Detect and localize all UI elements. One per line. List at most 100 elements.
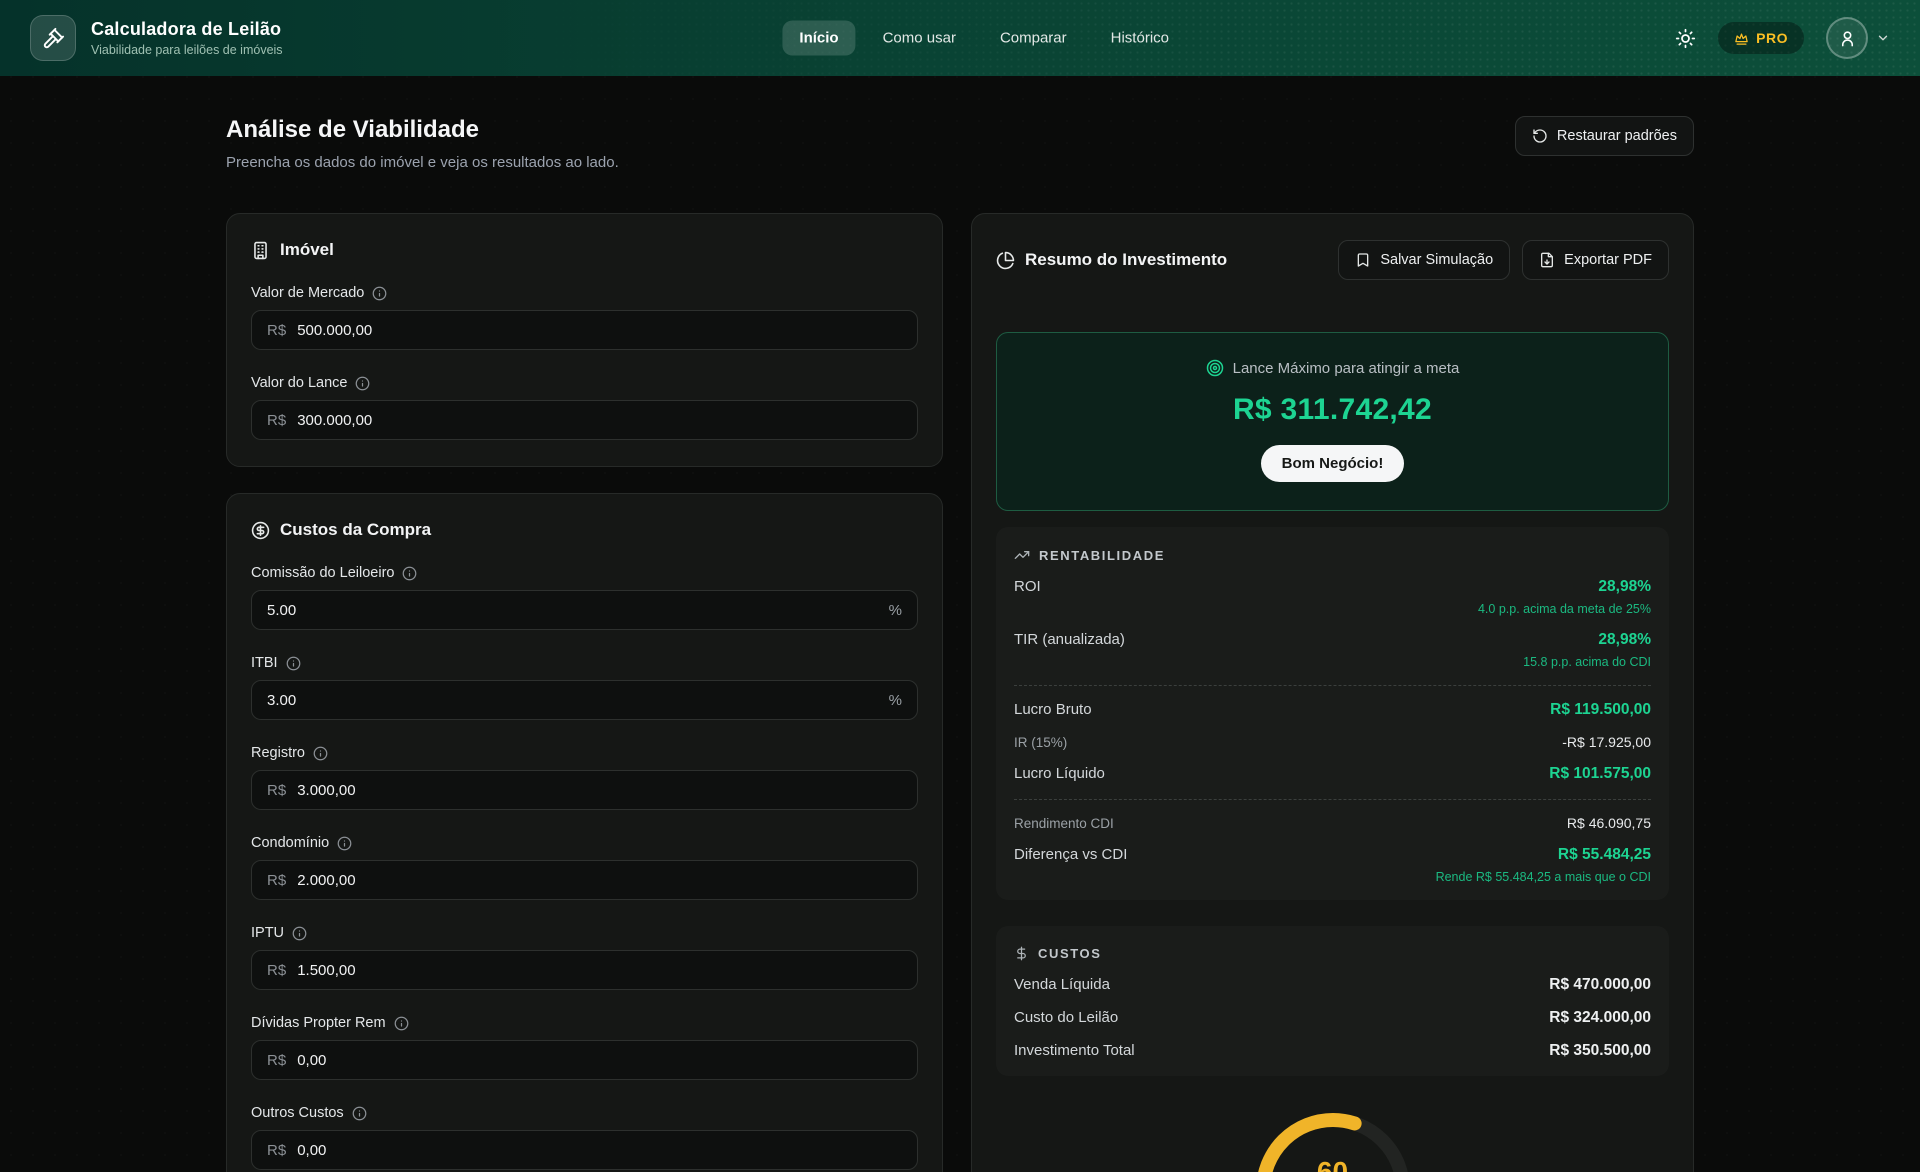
- venda-liquida-row: Venda Líquida R$ 470.000,00: [1014, 976, 1651, 994]
- info-icon[interactable]: [313, 746, 328, 761]
- field-valor-de-mercado: Valor de Mercado R$: [251, 285, 918, 350]
- roi-subtext: 4.0 p.p. acima da meta de 25%: [1014, 602, 1651, 616]
- info-icon[interactable]: [372, 286, 387, 301]
- condominio-input[interactable]: [297, 872, 902, 889]
- info-icon[interactable]: [394, 1016, 409, 1031]
- dividas-label: Dívidas Propter Rem: [251, 1015, 386, 1031]
- page-head: Análise de Viabilidade Preencha os dados…: [226, 116, 1694, 171]
- dividas-input[interactable]: [297, 1052, 902, 1069]
- save-simulation-button[interactable]: Salvar Simulação: [1338, 240, 1510, 280]
- page-title: Análise de Viabilidade: [226, 116, 619, 144]
- crown-icon: [1734, 31, 1749, 46]
- rendimento-cdi-row: Rendimento CDI R$ 46.090,75: [1014, 815, 1651, 831]
- lucro-bruto-row: Lucro Bruto R$ 119.500,00: [1014, 701, 1651, 719]
- nav-item-como-usar[interactable]: Como usar: [866, 21, 973, 56]
- nav-item-historico[interactable]: Histórico: [1094, 21, 1186, 56]
- user-icon: [1838, 29, 1857, 48]
- iptu-input[interactable]: [297, 962, 902, 979]
- form-column: Imóvel Valor de Mercado R$: [226, 213, 943, 1172]
- main-content: Análise de Viabilidade Preencha os dados…: [226, 76, 1694, 1172]
- rotate-ccw-icon: [1532, 128, 1548, 144]
- target-icon: [1206, 359, 1224, 377]
- comissao-label: Comissão do Leiloeiro: [251, 565, 394, 581]
- restore-defaults-button[interactable]: Restaurar padrões: [1515, 116, 1694, 156]
- file-download-icon: [1539, 252, 1555, 268]
- percent-suffix: %: [889, 602, 902, 619]
- currency-prefix: R$: [267, 872, 286, 889]
- info-icon[interactable]: [292, 926, 307, 941]
- bookmark-icon: [1355, 252, 1371, 268]
- restore-defaults-label: Restaurar padrões: [1557, 128, 1677, 144]
- custos-panel-title: CUSTOS: [1038, 946, 1102, 961]
- lucro-liquido-row: Lucro Líquido R$ 101.575,00: [1014, 765, 1651, 783]
- deal-quality-badge[interactable]: Bom Negócio!: [1261, 445, 1405, 482]
- comissao-input[interactable]: [267, 602, 878, 619]
- field-comissao-leiloeiro: Comissão do Leiloeiro %: [251, 565, 918, 630]
- max-bid-label: Lance Máximo para atingir a meta: [1233, 360, 1460, 377]
- field-valor-do-lance: Valor do Lance R$: [251, 375, 918, 440]
- results-column: Resumo do Investimento Salvar Simulação: [971, 213, 1694, 1172]
- field-condominio: Condomínio R$: [251, 835, 918, 900]
- top-bar: Calculadora de Leilão Viabilidade para l…: [0, 0, 1920, 76]
- imovel-card: Imóvel Valor de Mercado R$: [226, 213, 943, 467]
- tir-row: TIR (anualizada) 28,98%: [1014, 631, 1651, 649]
- summary-card: Resumo do Investimento Salvar Simulação: [971, 213, 1694, 1172]
- tir-subtext: 15.8 p.p. acima do CDI: [1014, 655, 1651, 669]
- nav-item-comparar[interactable]: Comparar: [983, 21, 1084, 56]
- field-dividas-propter-rem: Dívidas Propter Rem R$: [251, 1015, 918, 1080]
- max-bid-value: R$ 311.742,42: [1017, 393, 1648, 427]
- score-gauge: 60 Pontuação: [996, 1102, 1669, 1172]
- registro-label: Registro: [251, 745, 305, 761]
- info-icon[interactable]: [352, 1106, 367, 1121]
- summary-card-title: Resumo do Investimento: [1025, 250, 1328, 270]
- chevron-down-icon: [1876, 31, 1890, 45]
- brand: Calculadora de Leilão Viabilidade para l…: [30, 15, 283, 61]
- account-menu[interactable]: [1826, 17, 1890, 59]
- diferenca-cdi-row: Diferença vs CDI R$ 55.484,25: [1014, 846, 1651, 864]
- building-icon: [251, 241, 270, 260]
- nav-item-inicio[interactable]: Início: [782, 21, 855, 56]
- roi-row: ROI 28,98%: [1014, 578, 1651, 596]
- currency-prefix: R$: [267, 1052, 286, 1069]
- valor-de-mercado-input[interactable]: [297, 322, 902, 339]
- registro-input[interactable]: [297, 782, 902, 799]
- investimento-total-row: Investimento Total R$ 350.500,00: [1014, 1042, 1651, 1060]
- avatar: [1826, 17, 1868, 59]
- field-iptu: IPTU R$: [251, 925, 918, 990]
- custos-compra-card: Custos da Compra Comissão do Leiloeiro %: [226, 493, 943, 1172]
- field-itbi: ITBI %: [251, 655, 918, 720]
- info-icon[interactable]: [402, 566, 417, 581]
- currency-prefix: R$: [267, 962, 286, 979]
- pro-badge[interactable]: PRO: [1718, 22, 1804, 54]
- outros-custos-input[interactable]: [297, 1142, 902, 1159]
- rentabilidade-title: RENTABILIDADE: [1039, 548, 1165, 563]
- pro-label: PRO: [1756, 30, 1788, 46]
- itbi-input[interactable]: [267, 692, 878, 709]
- field-registro: Registro R$: [251, 745, 918, 810]
- valor-do-lance-label: Valor do Lance: [251, 375, 347, 391]
- export-pdf-label: Exportar PDF: [1564, 252, 1652, 268]
- currency-prefix: R$: [267, 782, 286, 799]
- gavel-icon: [42, 27, 65, 50]
- iptu-label: IPTU: [251, 925, 284, 941]
- currency-prefix: R$: [267, 322, 286, 339]
- info-icon[interactable]: [286, 656, 301, 671]
- info-icon[interactable]: [355, 376, 370, 391]
- valor-do-lance-input[interactable]: [297, 412, 902, 429]
- itbi-label: ITBI: [251, 655, 278, 671]
- main-nav: Início Como usar Comparar Histórico: [782, 21, 1186, 56]
- info-icon[interactable]: [337, 836, 352, 851]
- gauge-value: 60: [996, 1156, 1669, 1172]
- outros-custos-label: Outros Custos: [251, 1105, 344, 1121]
- app-title: Calculadora de Leilão: [91, 19, 283, 40]
- export-pdf-button[interactable]: Exportar PDF: [1522, 240, 1669, 280]
- custo-leilao-row: Custo do Leilão R$ 324.000,00: [1014, 1009, 1651, 1027]
- percent-suffix: %: [889, 692, 902, 709]
- theme-toggle-button[interactable]: [1675, 28, 1696, 49]
- divider: [1014, 685, 1651, 686]
- content-columns: Imóvel Valor de Mercado R$: [226, 213, 1694, 1172]
- gavel-logo: [30, 15, 76, 61]
- condominio-label: Condomínio: [251, 835, 329, 851]
- divider: [1014, 799, 1651, 800]
- imovel-card-title: Imóvel: [280, 240, 334, 260]
